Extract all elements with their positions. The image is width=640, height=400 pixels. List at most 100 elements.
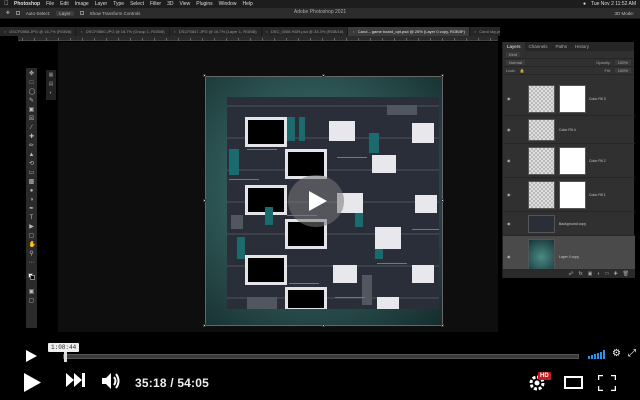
healing-brush-icon[interactable]: ✚ [29, 134, 35, 140]
horizontal-ruler[interactable] [18, 36, 498, 41]
history-brush-icon[interactable]: ⟲ [29, 161, 35, 167]
gradient-tool-icon[interactable]: ▩ [29, 179, 35, 185]
marquee-tool-icon[interactable]: □ [29, 80, 35, 86]
close-icon[interactable]: × [174, 29, 176, 34]
close-icon[interactable]: × [4, 29, 6, 34]
background-color-swatch[interactable] [30, 275, 35, 280]
transform-handle[interactable] [203, 199, 206, 202]
visibility-eye-icon[interactable]: ◉ [507, 254, 512, 259]
small-play-icon[interactable] [26, 350, 37, 362]
new-group-icon[interactable]: □ [605, 271, 608, 277]
transform-handle[interactable] [203, 324, 206, 327]
close-icon[interactable]: × [474, 29, 476, 34]
layer-mask-thumbnail[interactable] [559, 181, 586, 209]
lasso-tool-icon[interactable]: ◯ [29, 89, 36, 95]
layer-row[interactable]: ◉ Color Fill 1 [503, 178, 635, 212]
zoom-tool-icon[interactable]: ⚲ [29, 251, 35, 257]
panel-tab-history[interactable]: History [571, 42, 593, 51]
transform-handle[interactable] [441, 74, 444, 77]
crop-tool-icon[interactable]: ▣ [29, 107, 35, 113]
layer-row[interactable]: ◉ Color Fill 2 [503, 144, 635, 178]
transform-handle[interactable] [203, 74, 206, 77]
menu-filter[interactable]: Filter [150, 1, 161, 7]
layer-row[interactable]: ◉ Background copy [503, 212, 635, 236]
more-tools-icon[interactable]: ⋯ [29, 260, 35, 266]
transform-handle[interactable] [322, 74, 325, 77]
play-button[interactable] [24, 373, 41, 392]
menu-file[interactable]: File [46, 1, 54, 7]
progress-scrubber[interactable] [64, 352, 67, 362]
quick-mask-icon[interactable]: ▣ [29, 289, 35, 295]
theater-mode-button[interactable] [564, 376, 583, 389]
lock-icon[interactable]: 🔒 [520, 68, 525, 73]
eyedropper-tool-icon[interactable]: ⁄ [29, 125, 35, 131]
layer-mask-thumbnail[interactable] [559, 147, 586, 175]
add-mask-icon[interactable]: ▣ [588, 271, 593, 277]
properties-panel-icon[interactable]: ▤ [49, 82, 54, 87]
document-tab[interactable]: × DSC_0008 HDR.psd @ 33.3% (RGB/16) [262, 27, 349, 36]
adjustments-panel-icon[interactable]: ◐ [49, 91, 54, 96]
menu-type[interactable]: Type [113, 1, 124, 7]
document-tab[interactable]: × Carol – game board_opt.psd @ 25% (Layer… [348, 27, 470, 36]
opacity-field[interactable]: 100% [614, 60, 631, 65]
menu-window[interactable]: Window [219, 1, 237, 7]
rectangle-tool-icon[interactable]: ▢ [29, 233, 35, 239]
volume-button[interactable] [102, 373, 121, 389]
layer-mask-thumbnail[interactable] [559, 85, 586, 113]
show-transform-checkbox[interactable] [79, 11, 84, 15]
new-layer-icon[interactable]: ✚ [613, 271, 617, 277]
transform-handle[interactable] [441, 324, 444, 327]
menu-help[interactable]: Help [242, 1, 252, 7]
close-icon[interactable]: × [352, 29, 354, 34]
screen-mode-icon[interactable]: ▢ [29, 298, 35, 304]
path-select-icon[interactable]: ▶ [29, 224, 35, 230]
layer-row[interactable]: ◉ Color Fill 3 [503, 82, 635, 116]
adjustment-layer-icon[interactable]: ◐ [597, 271, 600, 277]
dodge-tool-icon[interactable]: ◑ [29, 197, 35, 203]
close-icon[interactable]: × [80, 29, 82, 34]
history-panel-icon[interactable]: ▦ [49, 73, 54, 78]
document-tab[interactable]: × DSCF0860.JPG @ 16.7% (Group 1, RGB/8) [76, 27, 170, 36]
big-play-button[interactable] [288, 175, 344, 227]
hand-tool-icon[interactable]: ✋ [29, 242, 36, 248]
document-tab[interactable]: × DSCF0865.JPG @ 16.7% (RGB/8) [0, 27, 77, 36]
blend-mode-dropdown[interactable]: Normal [506, 60, 525, 65]
trash-icon[interactable]: 🗑 [623, 271, 629, 277]
menu-plugins[interactable]: Plugins [196, 1, 212, 7]
layer-select-dropdown[interactable]: Layer [56, 10, 74, 16]
visibility-eye-icon[interactable]: ◉ [507, 158, 512, 163]
close-icon[interactable]: × [266, 29, 268, 34]
move-tool-icon[interactable]: ✥ [29, 71, 35, 77]
layer-row[interactable]: ◉ Color Fill 4 [503, 116, 635, 144]
fx-icon[interactable]: fx [579, 271, 583, 277]
link-layers-icon[interactable]: ☍ [569, 271, 574, 277]
transform-handle[interactable] [322, 324, 325, 327]
pen-tool-icon[interactable]: ✒ [29, 206, 35, 212]
menu-view[interactable]: View [180, 1, 191, 7]
panel-tab-layers[interactable]: Layers [503, 42, 525, 51]
clone-stamp-icon[interactable]: ▲ [29, 152, 35, 158]
menu-select[interactable]: Select [130, 1, 144, 7]
color-swatches[interactable] [28, 273, 35, 280]
document-tab[interactable]: ×Carol sky.psd @ 25% (Layer 4 copy, RGB/… [470, 27, 500, 36]
type-tool-icon[interactable]: T [29, 215, 35, 221]
kind-filter-dropdown[interactable]: Kind [506, 52, 521, 57]
panel-tab-paths[interactable]: Paths [552, 42, 572, 51]
blur-tool-icon[interactable]: ● [29, 188, 35, 194]
next-button[interactable] [66, 373, 85, 387]
frame-tool-icon[interactable]: ☒ [29, 116, 35, 122]
apple-icon[interactable]:  [4, 1, 10, 7]
move-tool-icon[interactable]: ✥ [6, 10, 10, 16]
menu-image[interactable]: Image [75, 1, 89, 7]
panel-tab-channels[interactable]: Channels [525, 42, 552, 51]
menu-layer[interactable]: Layer [95, 1, 108, 7]
menu-3d[interactable]: 3D [167, 1, 173, 7]
auto-select-checkbox[interactable] [15, 11, 20, 15]
visibility-eye-icon[interactable]: ◉ [507, 221, 512, 226]
fullscreen-button[interactable] [598, 375, 616, 391]
fullscreen-toggle-icon[interactable]: ⤢ [628, 349, 636, 359]
visibility-eye-icon[interactable]: ◉ [507, 192, 512, 197]
gear-icon[interactable]: ⚙ [612, 349, 621, 359]
brush-tool-icon[interactable]: ✏ [29, 143, 35, 149]
eraser-tool-icon[interactable]: ▭ [29, 170, 35, 176]
